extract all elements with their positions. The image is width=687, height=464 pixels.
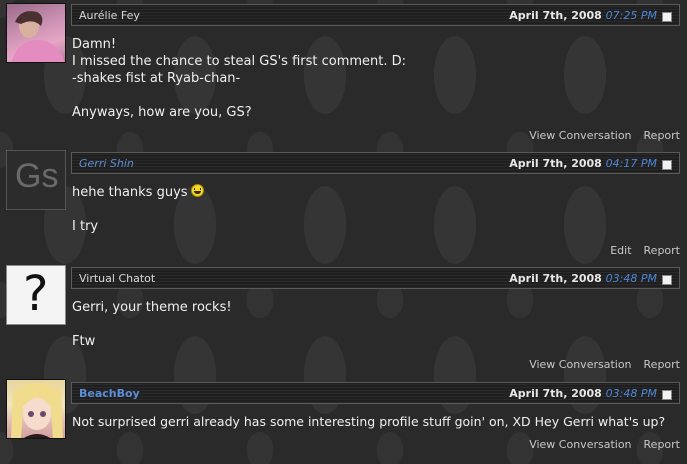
select-checkbox[interactable] xyxy=(662,160,672,170)
avatar[interactable]: ? xyxy=(6,265,66,325)
avatar[interactable] xyxy=(6,3,66,63)
select-checkbox[interactable] xyxy=(662,390,672,400)
comment-date: April 7th, 2008 04:17 PM xyxy=(509,157,657,170)
avatar[interactable]: Gs xyxy=(6,150,66,210)
view-conversation-link[interactable]: View Conversation xyxy=(529,438,631,451)
author-name[interactable]: Aurélie Fey xyxy=(79,9,140,22)
report-link[interactable]: Report xyxy=(644,358,680,371)
question-mark-icon: ? xyxy=(23,266,49,322)
avatar-logo-text: Gs xyxy=(15,157,59,195)
edit-link[interactable]: Edit xyxy=(610,244,631,257)
smiley-icon xyxy=(190,184,204,197)
comment-date: April 7th, 2008 07:25 PM xyxy=(509,9,657,22)
comment-body: Gerri, your theme rocks! Ftw xyxy=(72,300,232,349)
report-link[interactable]: Report xyxy=(644,129,680,142)
avatar[interactable] xyxy=(6,379,66,439)
comment-header: Virtual Chatot April 7th, 2008 03:48 PM xyxy=(71,267,680,289)
comment-actions: Edit Report xyxy=(598,244,680,257)
select-checkbox[interactable] xyxy=(662,275,672,285)
comment-actions: View Conversation Report xyxy=(517,438,680,451)
comment-text: hehe thanks guys xyxy=(72,185,188,200)
comment-header: BeachBoy April 7th, 2008 03:48 PM xyxy=(71,382,680,404)
comment-header: Aurélie Fey April 7th, 2008 07:25 PM xyxy=(71,4,680,26)
comment-time: 03:48 PM xyxy=(605,272,657,285)
comment-date: April 7th, 2008 03:48 PM xyxy=(509,272,657,285)
comment-header: Gerri Shin April 7th, 2008 04:17 PM xyxy=(71,152,680,174)
author-name[interactable]: Gerri Shin xyxy=(79,157,134,170)
view-conversation-link[interactable]: View Conversation xyxy=(529,358,631,371)
comment-body: hehe thanks guys I try xyxy=(72,184,204,235)
report-link[interactable]: Report xyxy=(644,438,680,451)
comment-text-rest: I try xyxy=(72,219,99,234)
comment-actions: View Conversation Report xyxy=(517,129,680,142)
view-conversation-link[interactable]: View Conversation xyxy=(529,129,631,142)
select-checkbox[interactable] xyxy=(662,12,672,22)
author-name[interactable]: Virtual Chatot xyxy=(79,272,155,285)
comment-date: April 7th, 2008 03:48 PM xyxy=(509,387,657,400)
comment-time: 04:17 PM xyxy=(605,157,657,170)
comment-body: Not surprised gerri already has some int… xyxy=(72,414,666,429)
comment-time: 03:48 PM xyxy=(605,387,657,400)
avatar-photo-icon xyxy=(11,11,65,62)
author-name[interactable]: BeachBoy xyxy=(79,387,140,400)
avatar-anime-icon xyxy=(11,383,63,438)
comment-body: Damn! I missed the chance to steal GS's … xyxy=(72,37,407,120)
comment-time: 07:25 PM xyxy=(605,9,657,22)
comment-actions: View Conversation Report xyxy=(517,358,680,371)
report-link[interactable]: Report xyxy=(644,244,680,257)
